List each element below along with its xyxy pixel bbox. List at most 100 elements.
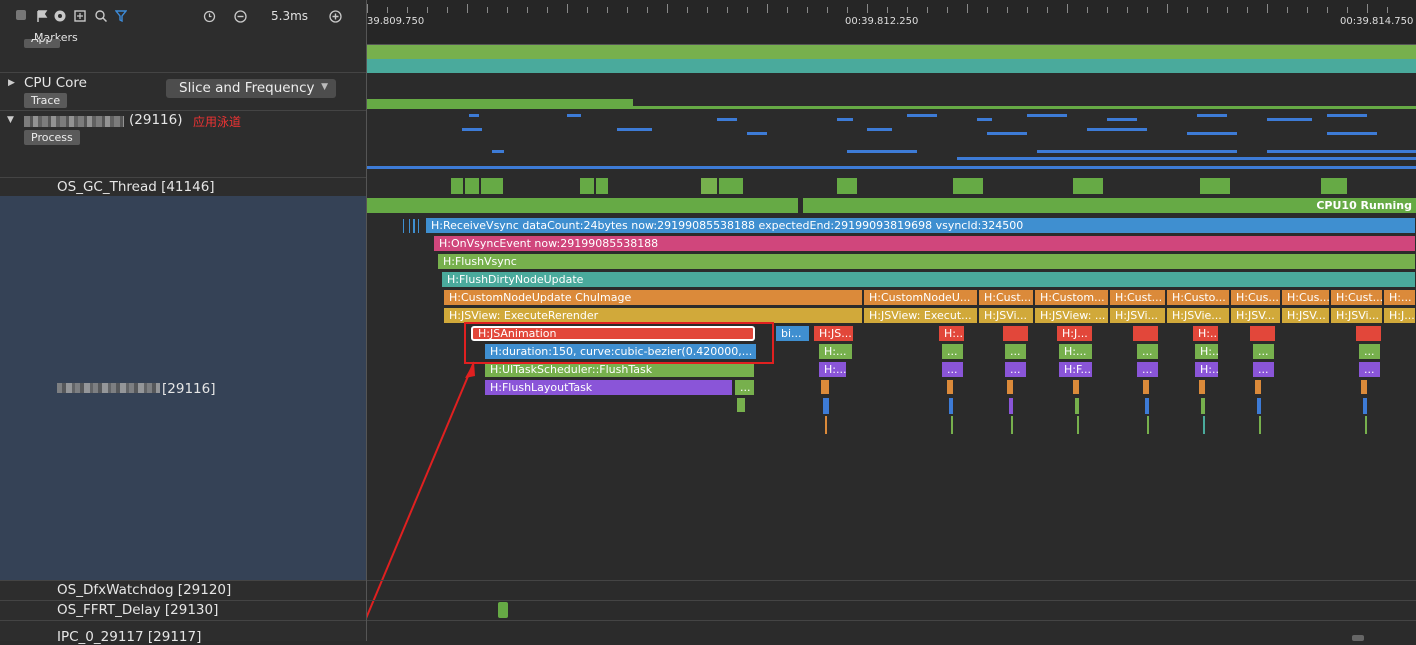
ruler-tick — [387, 7, 388, 13]
slice-custom-node-update[interactable]: H:Cus... — [1231, 290, 1281, 305]
slice-execute-rerender[interactable]: H:JSView: Execut... — [864, 308, 978, 323]
slice-execute-rerender[interactable]: H:JSV... — [1231, 308, 1281, 323]
time-ruler[interactable]: 39.809.750 00:39.812.250 00:39.814.750 — [367, 0, 1416, 45]
square-icon[interactable] — [16, 10, 26, 22]
ruler-tick — [1087, 7, 1088, 13]
slice-execute-rerender[interactable]: H:JSView: ... — [1035, 308, 1109, 323]
slice-custom-node-update[interactable]: H:Cust... — [1110, 290, 1166, 305]
slice-execute-rerender[interactable]: H:JSVi... — [1110, 308, 1166, 323]
slice-js-small[interactable]: H:JS... — [814, 326, 854, 341]
trace-tracks-area[interactable]: CPU10 Running H:ReceiveVsync dataCount:2… — [367, 44, 1416, 641]
slice-execute-rerender[interactable]: H:J... — [1384, 308, 1416, 323]
cpu-slice[interactable] — [633, 106, 1416, 109]
ruler-tick — [867, 4, 868, 13]
ruler-tick — [547, 7, 548, 13]
scroll-handle[interactable] — [1352, 635, 1364, 641]
slice-on-vsync-event[interactable]: H:OnVsyncEvent now:29199085538188 — [434, 236, 1416, 251]
ruler-tick — [987, 7, 988, 13]
ruler-tick — [847, 7, 848, 13]
slice-ellipsis[interactable]: ... — [735, 380, 755, 395]
thread-name[interactable]: OS_DfxWatchdog [29120] — [57, 582, 231, 598]
slice-ellipsis[interactable]: ... — [1005, 344, 1027, 359]
cpu-mode-select[interactable]: Slice and Frequency ▼ — [166, 79, 336, 98]
thread-state-running[interactable]: CPU10 Running — [803, 198, 1416, 213]
funnel-icon[interactable] — [114, 10, 128, 24]
slice-ellipsis[interactable]: ... — [1359, 362, 1381, 377]
slice-custom-node-update[interactable]: H:CustomNodeU... — [864, 290, 978, 305]
slice-h[interactable]: H:... — [1195, 344, 1219, 359]
cpu-expand-icon[interactable]: ▶ — [8, 78, 15, 88]
slice-custom-node-update[interactable]: H:Custom... — [1035, 290, 1109, 305]
time-label: 00:39.814.750 — [1340, 16, 1414, 27]
slice-execute-rerender[interactable]: H:JSV... — [1282, 308, 1330, 323]
slice-h[interactable]: H:... — [1193, 326, 1219, 341]
slice-ellipsis[interactable]: ... — [1253, 362, 1275, 377]
thread-name[interactable]: IPC_0_29117 [29117] — [57, 629, 201, 645]
ruler-tick — [367, 4, 368, 13]
slice-ellipsis[interactable]: ... — [1137, 362, 1159, 377]
slice-custom-node-update[interactable]: H:Cus... — [1282, 290, 1330, 305]
thread-name-redacted — [57, 383, 160, 393]
ffrt-delay-slice[interactable] — [498, 602, 508, 618]
flag-icon[interactable] — [36, 10, 48, 24]
slice-h[interactable]: H:... — [939, 326, 965, 341]
separator — [0, 620, 366, 621]
cpu-core-label: CPU Core — [24, 75, 87, 91]
filter-layers-icon[interactable] — [74, 10, 87, 24]
slice-h[interactable] — [1133, 326, 1159, 341]
slice-bi[interactable]: bi... — [776, 326, 810, 341]
slice-hf[interactable]: H:F... — [1059, 362, 1093, 377]
slice-h[interactable]: H:... — [1059, 344, 1093, 359]
slice-flush-vsync[interactable]: H:FlushVsync — [438, 254, 1416, 269]
ruler-tick — [527, 7, 528, 13]
slice-h[interactable]: H:... — [1195, 362, 1219, 377]
slice-ellipsis[interactable]: ... — [942, 344, 964, 359]
ruler-tick — [927, 7, 928, 13]
thread-name[interactable]: OS_GC_Thread [41146] — [57, 179, 215, 195]
slice-ellipsis[interactable]: ... — [1005, 362, 1027, 377]
cpu-mode-value: Slice and Frequency — [179, 80, 315, 96]
cpu-slice[interactable] — [367, 99, 633, 109]
slice-custom-node-update[interactable]: H:Custo... — [1167, 290, 1230, 305]
process-collapse-icon[interactable]: ▼ — [7, 115, 14, 125]
slice-custom-node-update[interactable]: H:Cust... — [979, 290, 1034, 305]
slice-ellipsis[interactable]: ... — [1137, 344, 1159, 359]
slice-execute-rerender[interactable]: H:JSVie... — [1167, 308, 1230, 323]
ruler-tick — [1187, 7, 1188, 13]
thread-name[interactable]: OS_FFRT_Delay [29130] — [57, 602, 218, 618]
app-frame-bar[interactable] — [367, 59, 1416, 73]
separator — [0, 580, 366, 581]
zoom-out-icon[interactable] — [234, 10, 247, 25]
slice-custom-node-update[interactable]: H:Cust... — [1331, 290, 1383, 305]
ruler-tick — [1107, 7, 1108, 13]
slice-receive-vsync[interactable]: H:ReceiveVsync dataCount:24bytes now:291… — [426, 218, 1416, 233]
app-frame-bar[interactable] — [367, 45, 1416, 59]
thread-name[interactable]: [29116] — [162, 381, 215, 397]
slice-ellipsis[interactable]: ... — [942, 362, 964, 377]
slice-ellipsis[interactable]: ... — [1253, 344, 1275, 359]
slice-h[interactable] — [1356, 326, 1382, 341]
process-annotation: 应用泳道 — [193, 115, 242, 129]
slice-h[interactable] — [1250, 326, 1276, 341]
slice-execute-rerender[interactable]: H:JSVi... — [1331, 308, 1383, 323]
slice-ellipsis[interactable]: ... — [1359, 344, 1381, 359]
ruler-tick — [687, 7, 688, 13]
slice-flush-dirty-node-update[interactable]: H:FlushDirtyNodeUpdate — [442, 272, 1416, 287]
search-icon[interactable] — [95, 10, 108, 24]
slice-custom-node-update[interactable]: H:... — [1384, 290, 1416, 305]
slice-hj[interactable]: H:J... — [1057, 326, 1093, 341]
time-label: 39.809.750 — [367, 16, 425, 27]
ruler-tick — [887, 7, 888, 13]
ruler-tick — [827, 7, 828, 13]
slice-execute-rerender[interactable]: H:JSVi... — [979, 308, 1034, 323]
reset-zoom-icon[interactable] — [203, 10, 216, 25]
slice-h[interactable] — [1003, 326, 1029, 341]
slice-h[interactable]: H:... — [819, 344, 853, 359]
pin-icon[interactable] — [54, 10, 66, 24]
ruler-tick — [947, 7, 948, 13]
slice-custom-node-update[interactable]: H:CustomNodeUpdate ChuImage — [444, 290, 863, 305]
slice-h[interactable]: H:... — [819, 362, 847, 377]
time-label: 00:39.812.250 — [845, 16, 919, 27]
thread-state-running[interactable] — [367, 198, 798, 213]
zoom-in-icon[interactable] — [329, 10, 342, 25]
